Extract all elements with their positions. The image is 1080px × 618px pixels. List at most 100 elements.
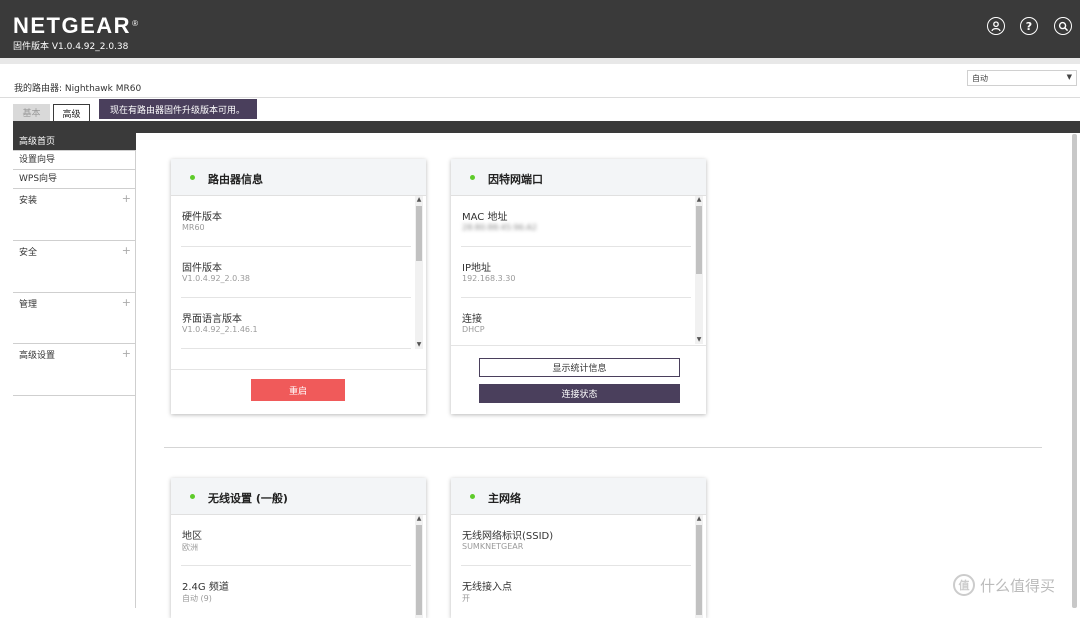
tab-content-bar (13, 121, 1080, 133)
internet-port-card: 因特网端口 MAC 地址 28:80:88:45:96:A2 IP地址 192.… (451, 159, 706, 414)
card-header: 主网络 (451, 478, 706, 515)
card-scrollbar-thumb[interactable] (696, 525, 702, 615)
row-label: 固件版本 (182, 263, 222, 274)
sidebar-item-label: 安全 (19, 248, 38, 258)
row-label: MAC 地址 (462, 212, 508, 223)
row-value: V1.0.4.92_2.0.38 (182, 274, 250, 283)
row-label: IP地址 (462, 263, 491, 274)
row-label: 无线接入点 (462, 582, 512, 593)
row-label: 连接 (462, 314, 482, 325)
watermark-text: 什么值得买 (980, 576, 1056, 595)
sidebar-item-label: 高级设置 (19, 351, 56, 361)
row-value: SUMKNETGEAR (462, 542, 524, 551)
wireless-settings-card: 无线设置 (一般) 地区 欧洲 2.4G 频道 自动 (9) ▲ (171, 478, 426, 618)
sidebar-item-label: 设置向导 (19, 155, 56, 165)
firmware-version-label: 固件版本 V1.0.4.92_2.0.38 (13, 42, 129, 52)
row-value: V1.0.4.92_2.1.46.1 (182, 325, 258, 334)
restart-button[interactable]: 重启 (251, 379, 345, 401)
scroll-up-icon[interactable]: ▲ (695, 196, 703, 204)
card-scrollbar-thumb[interactable] (696, 206, 702, 274)
scroll-up-icon[interactable]: ▲ (415, 196, 423, 204)
header-underline (0, 58, 1080, 64)
info-row-firmware: 固件版本 V1.0.4.92_2.0.38 (181, 259, 411, 298)
tab-basic[interactable]: 基本 (13, 104, 50, 121)
brand-registered-mark: ® (132, 19, 140, 28)
tab-advanced[interactable]: 高级 (53, 104, 90, 121)
card-header: 路由器信息 (171, 159, 426, 196)
info-row-mac: MAC 地址 28:80:88:45:96:A2 (461, 208, 691, 247)
sidebar-item-label: 安装 (19, 196, 38, 206)
scroll-down-icon[interactable]: ▼ (415, 341, 423, 349)
info-row-ssid: 无线网络标识(SSID) SUMKNETGEAR (461, 527, 691, 566)
router-info-card: 路由器信息 硬件版本 MR60 固件版本 V1.0.4.92_2.0.38 界面… (171, 159, 426, 414)
info-row-region: 地区 欧洲 (181, 527, 411, 566)
sidebar-item-setup-wizard[interactable]: 设置向导 (13, 151, 136, 170)
info-row-channel-24g: 2.4G 频道 自动 (9) (181, 578, 411, 617)
account-icon[interactable] (987, 17, 1005, 35)
search-icon[interactable] (1054, 17, 1072, 35)
card-scrollbar[interactable]: ▲ ▼ (695, 196, 703, 344)
help-icon[interactable]: ? (1020, 17, 1038, 35)
sidebar-item-label: 高级首页 (19, 137, 56, 147)
page-scrollbar-thumb[interactable] (1072, 134, 1077, 608)
plus-icon: + (121, 244, 131, 257)
scroll-up-icon[interactable]: ▲ (415, 515, 423, 523)
app-header: NETGEAR® 固件版本 V1.0.4.92_2.0.38 ? (0, 0, 1080, 58)
scroll-down-icon[interactable]: ▼ (695, 336, 703, 344)
row-value: 192.168.3.30 (462, 274, 516, 283)
row-label: 硬件版本 (182, 212, 222, 223)
info-row-gui-language: 界面语言版本 V1.0.4.92_2.1.46.1 (181, 310, 411, 349)
row-value: DHCP (462, 325, 485, 334)
row-label: 界面语言版本 (182, 314, 242, 325)
sidebar-item-advanced-home[interactable]: 高级首页 (13, 133, 136, 151)
sidebar-item-security[interactable]: 安全 + (13, 241, 136, 293)
sidebar-item-wps-wizard[interactable]: WPS向导 (13, 170, 136, 189)
connection-status-button[interactable]: 连接状态 (479, 384, 680, 403)
scroll-up-icon[interactable]: ▲ (695, 515, 703, 523)
show-statistics-button[interactable]: 显示统计信息 (479, 358, 680, 377)
row-value: 开 (462, 594, 470, 603)
card-header: 因特网端口 (451, 159, 706, 196)
sidebar-item-advanced-setup[interactable]: 高级设置 + (13, 344, 136, 396)
my-router-label: 我的路由器: Nighthawk MR60 (14, 84, 142, 94)
brand-name: NETGEAR (13, 13, 132, 38)
card-title: 因特网端口 (488, 173, 543, 186)
language-select[interactable]: 自动 ▼ (967, 70, 1077, 86)
plus-icon: + (121, 347, 131, 360)
card-header: 无线设置 (一般) (171, 478, 426, 515)
status-dot (470, 494, 475, 499)
card-scrollbar-thumb[interactable] (416, 525, 422, 615)
netgear-logo[interactable]: NETGEAR® (13, 13, 139, 39)
language-select-value: 自动 (972, 74, 988, 83)
sidebar-item-label: WPS向导 (19, 174, 58, 184)
status-dot (190, 494, 195, 499)
row-value: 自动 (9) (182, 594, 212, 603)
info-row-hardware: 硬件版本 MR60 (181, 208, 411, 247)
firmware-update-notice[interactable]: 现在有路由器固件升级版本可用。 (99, 99, 257, 119)
status-dot (190, 175, 195, 180)
sidebar-item-admin[interactable]: 管理 + (13, 293, 136, 344)
status-dot (470, 175, 475, 180)
plus-icon: + (121, 296, 131, 309)
info-row-connection: 连接 DHCP (461, 310, 691, 349)
sidebar-nav: 高级首页 设置向导 WPS向导 安装 + 安全 + 管理 + 高级设置 + (13, 133, 136, 608)
main-network-card: 主网络 无线网络标识(SSID) SUMKNETGEAR 无线接入点 开 ▲ (451, 478, 706, 618)
row-value: 28:80:88:45:96:A2 (462, 223, 537, 232)
info-row-wireless-ap: 无线接入点 开 (461, 578, 691, 617)
card-scrollbar[interactable]: ▲ ▼ (415, 196, 423, 349)
card-scrollbar[interactable]: ▲ (415, 515, 423, 618)
row-label: 地区 (182, 531, 202, 542)
chevron-down-icon: ▼ (1066, 73, 1072, 81)
row-value: 欧洲 (182, 543, 198, 552)
row-label: 2.4G 频道 (182, 582, 229, 593)
row-label: 无线网络标识(SSID) (462, 531, 554, 542)
info-row-ip: IP地址 192.168.3.30 (461, 259, 691, 298)
card-title: 主网络 (488, 492, 521, 505)
card-footer-divider (171, 369, 426, 370)
card-scrollbar-thumb[interactable] (416, 206, 422, 261)
plus-icon: + (121, 192, 131, 205)
section-divider (164, 447, 1042, 448)
card-title: 路由器信息 (208, 173, 263, 186)
card-scrollbar[interactable]: ▲ (695, 515, 703, 618)
sidebar-item-setup[interactable]: 安装 + (13, 189, 136, 241)
